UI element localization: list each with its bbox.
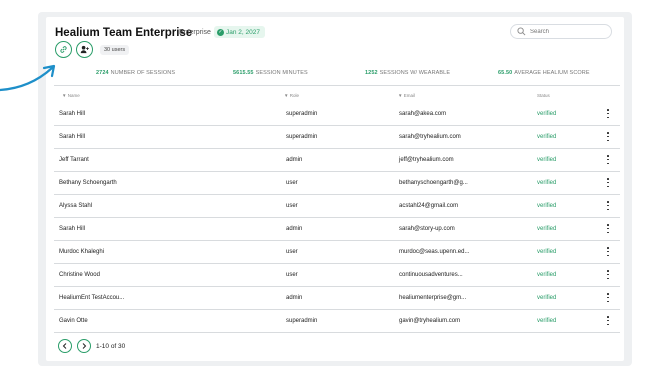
more-vertical-icon[interactable] — [605, 178, 611, 187]
search-box[interactable] — [510, 24, 612, 39]
cell-role: superadmin — [286, 111, 318, 117]
cell-email: healiumenterprise@gm... — [399, 295, 467, 301]
table-row[interactable]: Sarah Hill superadmin sarah@tryhealium.com… — [54, 126, 620, 149]
chevron-right-icon — [82, 343, 87, 349]
cell-status: verified — [537, 318, 557, 324]
team-card: Healium Team Enterprise Enterprise ✓ Jan… — [46, 17, 624, 361]
users-count-badge: 30 users — [100, 45, 130, 55]
search-icon — [517, 27, 526, 36]
next-page-button[interactable] — [77, 339, 91, 353]
curved-arrow-icon — [0, 64, 56, 92]
cell-email: murdoc@seas.upenn.ed... — [399, 249, 470, 255]
cell-role: admin — [286, 295, 303, 301]
cell-name: Alyssa Stahl — [59, 203, 93, 209]
pagination-text: 1-10 of 30 — [96, 343, 126, 350]
cell-status: verified — [537, 180, 557, 186]
cell-name: Gavin Otte — [59, 318, 88, 324]
table-row[interactable]: Alyssa Stahl user acstahl24@gmail.com verif… — [54, 195, 620, 218]
search-input[interactable] — [530, 28, 600, 35]
column-header-status[interactable]: Status — [537, 93, 550, 98]
cell-email: sarah@tryhealium.com — [399, 134, 461, 140]
chevron-left-icon — [62, 343, 67, 349]
table-row[interactable]: Jeff Tarrant admin jeff@tryhealium.com veri… — [54, 149, 620, 172]
table-row[interactable]: HealiumEnt TestAccou... admin healiumenter… — [54, 287, 620, 310]
stat-sessions: 2724 NUMBER OF SESSIONS — [96, 70, 176, 76]
more-vertical-icon[interactable] — [605, 109, 611, 118]
copy-link-button[interactable] — [55, 41, 72, 58]
check-icon: ✓ — [217, 28, 224, 36]
cell-email: sarah@story-up.com — [399, 226, 455, 232]
cell-status: verified — [537, 134, 557, 140]
prev-page-button[interactable] — [58, 339, 72, 353]
cell-status: verified — [537, 249, 557, 255]
cell-name: Sarah Hill — [59, 134, 86, 140]
column-header-role[interactable]: ▼ Role — [284, 93, 299, 98]
user-icon — [80, 45, 89, 54]
stat-wearable: 1252 SESSIONS W/ WEARABLE — [365, 70, 451, 76]
more-vertical-icon[interactable] — [605, 270, 611, 279]
more-vertical-icon[interactable] — [605, 132, 611, 141]
table-row[interactable]: Sarah Hill admin sarah@story-up.com verifie… — [54, 218, 620, 241]
cell-name: Murdoc Khaleghi — [59, 249, 105, 255]
cell-role: user — [286, 249, 298, 255]
cell-role: superadmin — [286, 318, 318, 324]
cell-email: jeff@tryhealium.com — [399, 157, 454, 163]
cell-status: verified — [537, 226, 557, 232]
date-badge: ✓ Jan 2, 2027 — [214, 26, 265, 38]
cell-name: HealiumEnt TestAccou... — [59, 295, 125, 301]
cell-name: Sarah Hill — [59, 226, 86, 232]
cell-name: Sarah Hill — [59, 111, 86, 117]
link-icon — [60, 46, 67, 53]
cell-name: Christine Wood — [59, 272, 100, 278]
plan-label: Enterprise — [179, 29, 211, 36]
date-text: Jan 2, 2027 — [226, 28, 260, 36]
stat-minutes: 5615.55 SESSION MINUTES — [233, 70, 308, 76]
table-row[interactable]: Gavin Otte superadmin gavin@tryhealium.com… — [54, 310, 620, 333]
more-vertical-icon[interactable] — [605, 224, 611, 233]
cell-email: gavin@tryhealium.com — [399, 318, 461, 324]
cell-email: sarah@akea.com — [399, 111, 447, 117]
more-vertical-icon[interactable] — [605, 293, 611, 302]
more-vertical-icon[interactable] — [605, 247, 611, 256]
stat-score: 65.50 AVERAGE HEALIUM SCORE — [498, 70, 590, 76]
cell-role: admin — [286, 157, 303, 163]
table-row[interactable]: Christine Wood user continuousadventures..… — [54, 264, 620, 287]
cell-status: verified — [537, 111, 557, 117]
add-user-button[interactable] — [76, 41, 93, 58]
cell-role: user — [286, 203, 298, 209]
more-vertical-icon[interactable] — [605, 155, 611, 164]
cell-role: superadmin — [286, 134, 318, 140]
page-title: Healium Team Enterprise — [55, 27, 193, 39]
cell-role: user — [286, 272, 298, 278]
table-row[interactable]: Sarah Hill superadmin sarah@akea.com verifi… — [54, 103, 620, 126]
cell-status: verified — [537, 295, 557, 301]
table-row[interactable]: Murdoc Khaleghi user murdoc@seas.upenn.ed.… — [54, 241, 620, 264]
more-vertical-icon[interactable] — [605, 316, 611, 325]
cell-email: continuousadventures... — [399, 272, 463, 278]
more-vertical-icon[interactable] — [605, 201, 611, 210]
cell-name: Jeff Tarrant — [59, 157, 89, 163]
cell-status: verified — [537, 272, 557, 278]
column-header-name[interactable]: ▼ Name — [62, 93, 80, 98]
cell-status: verified — [537, 157, 557, 163]
cell-email: bethanyschoengarth@g... — [399, 180, 468, 186]
column-header-email[interactable]: ▼ Email — [398, 93, 415, 98]
cell-status: verified — [537, 203, 557, 209]
cell-name: Bethany Schoengarth — [59, 180, 117, 186]
cell-role: admin — [286, 226, 303, 232]
cell-email: acstahl24@gmail.com — [399, 203, 459, 209]
divider — [54, 85, 620, 86]
cell-role: user — [286, 180, 298, 186]
table-row[interactable]: Bethany Schoengarth user bethanyschoengart… — [54, 172, 620, 195]
